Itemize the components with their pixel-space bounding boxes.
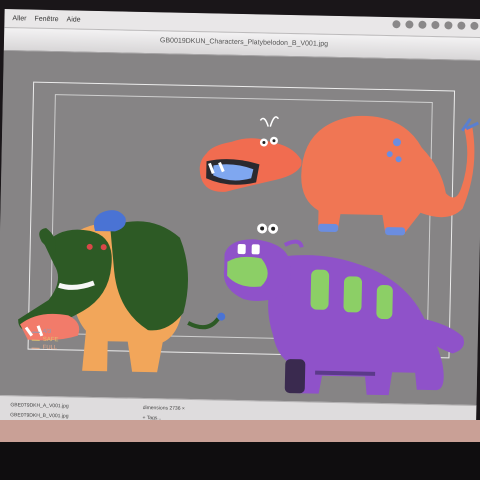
file-name[interactable]: GBE0T9DKH_A_V001.jpg	[10, 402, 68, 409]
guide-swatch-4-3	[31, 331, 40, 333]
guide-legend: 4/3 SAFE FULL	[31, 328, 58, 353]
guide-swatch-safe	[31, 339, 40, 341]
monitor-stand-area	[0, 442, 480, 480]
guide-legend-row: FULL	[31, 344, 58, 353]
file-name[interactable]: GBE0T9DKH_B_V001.jpg	[10, 412, 68, 419]
character-artwork	[18, 115, 480, 396]
desk-surface	[0, 420, 480, 442]
guide-swatch-full	[31, 347, 40, 349]
guide-label-4-3: 4/3	[42, 328, 52, 336]
guide-label-full: FULL	[42, 344, 58, 352]
purple-creature-illustration	[223, 223, 465, 396]
file-info: dimensions 2736 ×	[142, 405, 185, 412]
monitor: Aller Fenêtre Aide GB0019DKUN_Characters…	[0, 0, 480, 480]
orange-platybelodon-illustration	[199, 115, 480, 236]
screen: Aller Fenêtre Aide GB0019DKUN_Characters…	[0, 9, 480, 445]
file-row[interactable]: GBE0T9DKH_A_V001.jpg dimensions 2736 ×	[10, 402, 185, 412]
